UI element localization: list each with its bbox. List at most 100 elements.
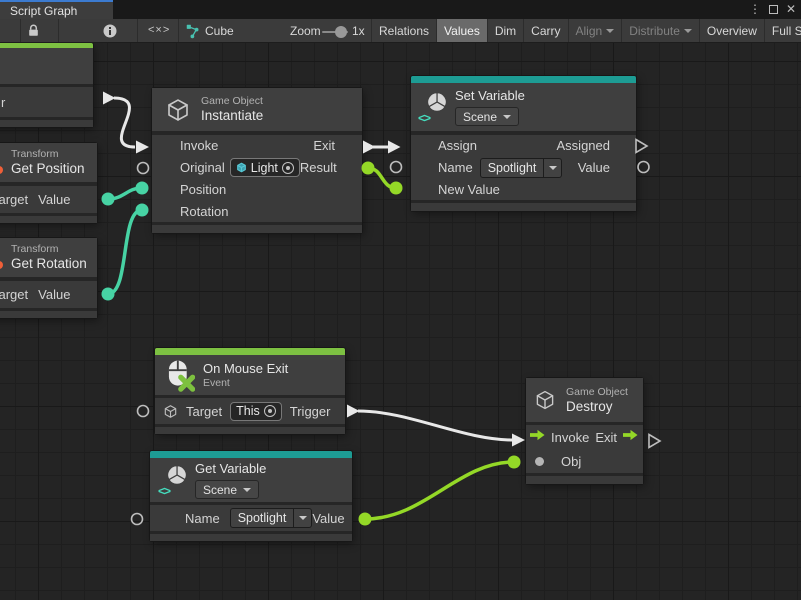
relations-button[interactable]: Relations <box>371 19 436 42</box>
carry-button[interactable]: Carry <box>523 19 567 42</box>
wire-result-to-newvalue[interactable] <box>362 162 403 195</box>
node-category: Game Object <box>201 95 263 108</box>
port-exit-output-destroy[interactable] <box>649 435 660 448</box>
exit-port-label: Exit <box>313 138 335 153</box>
value-port-label: Value <box>578 160 610 175</box>
variable-scope-dropdown[interactable]: Scene <box>455 107 519 126</box>
name-port-label: Name <box>438 160 473 175</box>
prefab-cube-icon <box>236 162 247 173</box>
wire-getrotation-to-rotation[interactable] <box>102 204 149 301</box>
object-picker-icon[interactable] <box>282 162 294 174</box>
assigned-port-label: Assigned <box>557 138 610 153</box>
target-port-label: Target <box>0 192 28 207</box>
node-subtitle: Event <box>203 377 288 390</box>
port-name-input-getvariable[interactable] <box>132 514 143 525</box>
chevron-down-icon <box>549 166 557 170</box>
node-title: Get Rotation <box>11 256 87 272</box>
value-port-label: Value <box>38 287 70 302</box>
variable-accent-bar <box>411 76 636 83</box>
node-get-position[interactable]: Transform Get Position Target Value <box>0 143 97 223</box>
port-name-input-setvariable[interactable] <box>391 162 402 173</box>
zoom-value: 1x <box>352 24 365 38</box>
name-port-label: Name <box>185 511 220 526</box>
chevron-down-icon <box>503 115 511 119</box>
fullscreen-button[interactable]: Full Screen <box>764 19 801 42</box>
wire-layer <box>0 43 801 600</box>
game-object-cube-icon <box>534 389 556 411</box>
node-destroy[interactable]: Game Object Destroy Invoke Exit Obj <box>526 378 643 484</box>
object-picker-icon[interactable] <box>264 405 276 417</box>
code-view-icon[interactable]: <×> <box>148 24 170 36</box>
node-category: Game Object <box>566 386 628 399</box>
distribute-button[interactable]: Distribute <box>621 19 699 42</box>
node-category: Transform <box>11 148 58 161</box>
node-title: Get Position <box>11 161 85 177</box>
target-object-field[interactable]: This <box>230 402 282 421</box>
unity-variable-icon: <> <box>159 462 189 498</box>
flow-out-arrow-icon <box>623 428 638 446</box>
position-port-label: Position <box>180 182 226 197</box>
node-get-rotation[interactable]: Transform Get Rotation Target Value <box>0 238 97 318</box>
original-port-label: Original <box>180 160 225 175</box>
port-target-input-mouseexit[interactable] <box>138 406 149 417</box>
chevron-down-icon <box>606 29 614 33</box>
zoom-label: Zoom <box>290 24 321 38</box>
lock-icon[interactable] <box>26 23 41 43</box>
graph-canvas[interactable]: r Transform Get Position Target Value Tr… <box>0 43 801 600</box>
invoke-port-label: Invoke <box>551 430 589 445</box>
node-set-variable[interactable]: <> Set Variable Scene Assign Assigned Na… <box>411 76 636 211</box>
port-value-output-setvariable[interactable] <box>638 162 649 173</box>
wire-getposition-to-position[interactable] <box>102 182 149 206</box>
variable-name-dropdown[interactable]: Spotlight <box>230 508 313 528</box>
value-port-label: Value <box>312 511 344 526</box>
wire-trigger-to-destroy[interactable] <box>347 405 525 447</box>
maximize-icon[interactable] <box>769 5 778 14</box>
variable-accent-bar <box>150 451 352 458</box>
tab-script-graph[interactable]: Script Graph <box>0 0 113 19</box>
node-on-mouse-exit[interactable]: On Mouse Exit Event Target This Trigger <box>155 348 345 434</box>
result-port-label: Result <box>300 160 337 175</box>
values-button[interactable]: Values <box>436 19 487 42</box>
variable-brackets-icon: <> <box>418 111 430 125</box>
port-assigned-output[interactable] <box>636 140 647 153</box>
close-icon[interactable]: ✕ <box>786 2 796 17</box>
graph-toolbar: <×> Cube Zoom 1x Relations Values Dim Ca… <box>0 19 801 43</box>
original-object-field[interactable]: Light <box>230 158 300 177</box>
node-title: On Mouse Exit <box>203 361 288 377</box>
game-object-cube-icon <box>165 97 191 123</box>
wire-getvariable-to-obj[interactable] <box>359 456 521 526</box>
overview-button[interactable]: Overview <box>699 19 764 42</box>
target-port-label: Target <box>0 287 28 302</box>
variable-brackets-icon: <> <box>158 484 170 498</box>
wire-trigger-to-invoke[interactable] <box>103 92 149 154</box>
obj-port-label: Obj <box>561 454 581 469</box>
wire-exit-to-assign[interactable] <box>363 141 401 154</box>
info-icon[interactable] <box>103 24 117 43</box>
dim-button[interactable]: Dim <box>487 19 523 42</box>
invoke-port-label: Invoke <box>180 138 218 153</box>
node-category: Transform <box>11 243 58 256</box>
assign-port-label: Assign <box>438 138 477 153</box>
node-instantiate[interactable]: Game Object Instantiate Invoke Exit Orig… <box>152 88 362 233</box>
window-menu-icon[interactable]: ⋮ <box>749 2 761 17</box>
chevron-down-icon <box>684 29 692 33</box>
exit-port-label: Exit <box>595 430 617 445</box>
value-port-label: Value <box>38 192 70 207</box>
flow-in-arrow-icon <box>530 428 545 446</box>
zoom-slider-knob[interactable] <box>335 26 347 38</box>
chevron-down-icon <box>299 516 307 520</box>
rotation-port-label: Rotation <box>180 204 228 219</box>
variable-scope-dropdown[interactable]: Scene <box>195 480 259 499</box>
graph-name[interactable]: Cube <box>205 24 234 38</box>
port-original-input[interactable] <box>138 163 149 174</box>
game-object-cube-icon <box>163 404 178 419</box>
align-button[interactable]: Align <box>568 19 622 42</box>
node-title: Get Variable <box>195 461 266 477</box>
event-accent-bar <box>155 348 345 355</box>
graph-hierarchy-icon <box>186 24 201 44</box>
node-offscreen-event[interactable]: r <box>0 43 93 127</box>
variable-name-dropdown[interactable]: Spotlight <box>480 158 563 178</box>
node-get-variable[interactable]: <> Get Variable Scene Name Spotlight Val… <box>150 451 352 541</box>
chevron-down-icon <box>243 488 251 492</box>
node-title: Destroy <box>566 399 628 415</box>
